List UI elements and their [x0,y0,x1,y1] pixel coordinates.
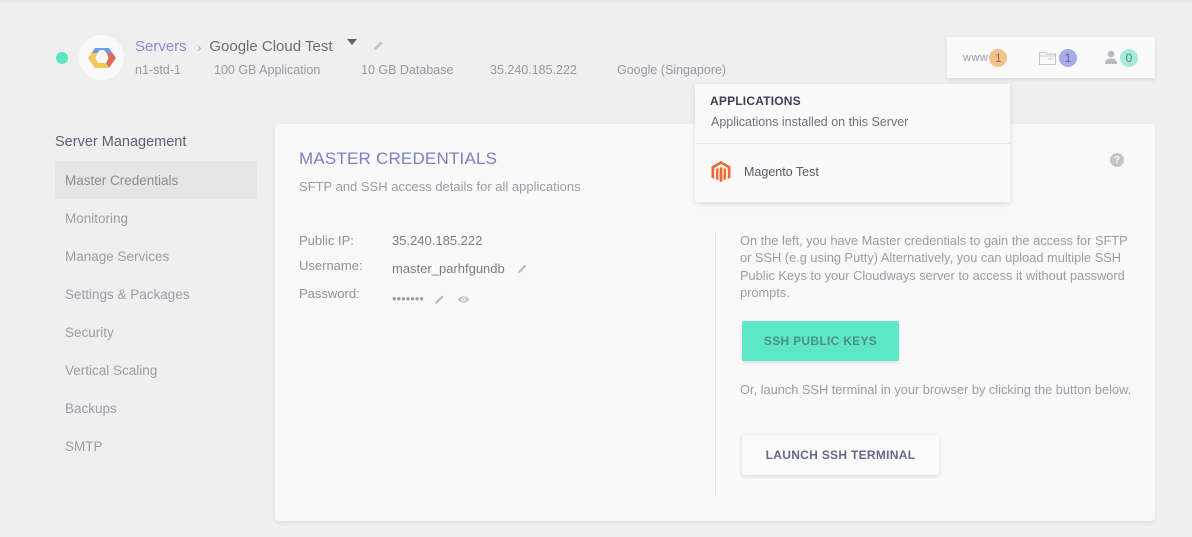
server-app-storage: 100 GB Application [214,63,321,77]
column-divider [715,232,716,496]
application-item[interactable]: Magento Test [711,161,819,183]
databases-counter[interactable]: 1 [1039,37,1077,78]
google-cloud-logo-icon [79,35,124,80]
username-value: master_parhfgundb [392,261,505,276]
page-subtitle: SFTP and SSH access details for all appl… [299,179,581,194]
password-row: Password: ••••••• [299,286,470,306]
server-status-indicator [56,52,68,64]
dropdown-divider [695,143,1010,144]
applications-dropdown-subtitle: Applications installed on this Server [711,115,909,129]
ssh-terminal-description: Or, launch SSH terminal in your browser … [740,382,1132,397]
server-switch-caret-down-icon[interactable] [346,38,357,45]
public-ip-row: Public IP: 35.240.185.222 [299,233,482,248]
user-icon [1105,50,1117,65]
show-password-eye-icon[interactable] [457,295,470,304]
breadcrumb: Servers › Google Cloud Test [135,38,384,55]
applications-counter[interactable]: www 1 [963,37,1008,78]
sidebar-heading: Server Management [55,134,187,150]
server-size: n1-std-1 [135,63,181,77]
sidebar-nav: Master Credentials Monitoring Manage Ser… [55,161,257,465]
www-icon: www [963,51,989,64]
folder-icon [1039,51,1056,65]
username-row: Username: master_parhfgundb [299,258,528,276]
application-name: Magento Test [744,165,819,179]
applications-dropdown: APPLICATIONS Applications installed on t… [695,84,1010,202]
server-ip: 35.240.185.222 [490,63,577,77]
applications-count-badge: 1 [989,48,1008,67]
databases-count-badge: 1 [1059,48,1077,67]
server-provider: Google (Singapore) [617,63,727,77]
edit-server-name-pencil-icon[interactable] [373,40,384,51]
users-count-badge: 0 [1120,48,1138,67]
sidebar-item-vertical-scaling[interactable]: Vertical Scaling [55,351,257,389]
username-label: Username: [299,258,363,273]
launch-ssh-terminal-button[interactable]: LAUNCH SSH TERMINAL [742,435,939,475]
breadcrumb-servers-link[interactable]: Servers [135,38,187,55]
server-name: Google Cloud Test [209,38,333,55]
help-icon[interactable]: ? [1110,153,1124,167]
applications-dropdown-title: APPLICATIONS [710,94,801,108]
sidebar-item-security[interactable]: Security [55,313,257,351]
server-counters-bar: www 1 1 0 [947,37,1155,78]
magento-icon [711,161,731,183]
top-shadow [0,0,1192,4]
page-title: MASTER CREDENTIALS [299,149,498,168]
edit-password-pencil-icon[interactable] [434,294,445,305]
public-ip-label: Public IP: [299,233,354,248]
ssh-public-keys-button[interactable]: SSH PUBLIC KEYS [742,321,899,361]
breadcrumb-chevron-right-icon: › [196,38,202,55]
sidebar-item-manage-services[interactable]: Manage Services [55,237,257,275]
users-counter[interactable]: 0 [1105,37,1138,78]
sidebar-item-master-credentials[interactable]: Master Credentials [55,161,257,199]
password-label: Password: [299,286,360,301]
ssh-keys-description: On the left, you have Master credentials… [740,233,1128,300]
sidebar-item-settings-packages[interactable]: Settings & Packages [55,275,257,313]
public-ip-value: 35.240.185.222 [392,233,483,248]
server-db-storage: 10 GB Database [361,63,454,77]
sidebar-item-backups[interactable]: Backups [55,389,257,427]
sidebar-item-monitoring[interactable]: Monitoring [55,199,257,237]
sidebar-item-smtp[interactable]: SMTP [55,427,257,465]
edit-username-pencil-icon[interactable] [517,263,528,274]
password-value: ••••••• [392,291,424,306]
